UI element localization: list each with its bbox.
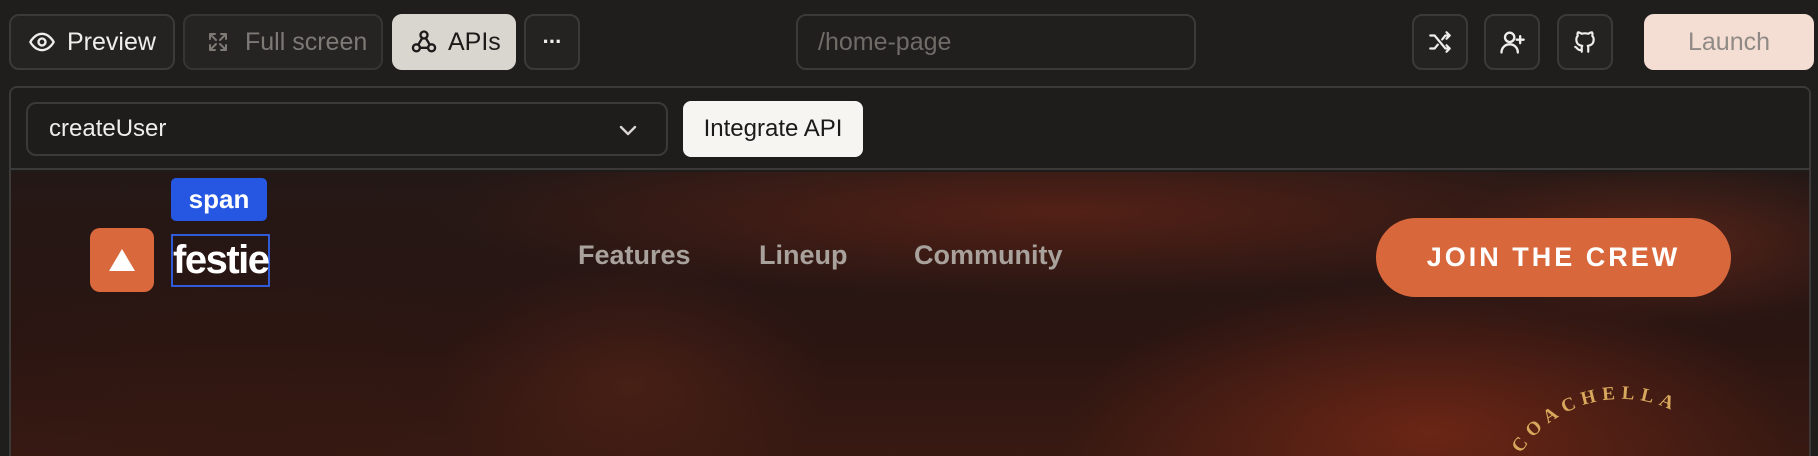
preview-button[interactable]: Preview [9,14,175,70]
api-select-value: createUser [49,115,167,142]
site-preview-canvas: span festie Features Lineup Community JO… [11,172,1809,456]
github-icon [1570,27,1600,57]
url-input[interactable]: /home-page [796,14,1196,70]
fullscreen-label: Full screen [245,27,368,56]
api-select[interactable]: createUser [26,102,668,156]
shuffle-button[interactable] [1412,14,1468,70]
chevron-down-icon [616,118,640,149]
webhook-icon [409,27,439,57]
more-button[interactable]: ··· [524,14,580,70]
preview-panel: createUser Integrate API span festie Fea… [9,86,1811,456]
url-placeholder: /home-page [818,27,952,56]
nav-features[interactable]: Features [578,240,691,271]
launch-button[interactable]: Launch [1644,14,1814,70]
brand-name[interactable]: festie [171,234,270,287]
add-user-button[interactable] [1484,14,1540,70]
preview-label: Preview [67,27,156,56]
triangle-icon [109,249,135,271]
more-icon: ··· [542,29,563,54]
fullscreen-button[interactable]: Full screen [183,14,383,70]
element-type-tag: span [171,178,267,221]
integrate-api-button[interactable]: Integrate API [683,101,863,157]
apis-label: APIs [448,27,501,56]
api-bar: createUser Integrate API [11,88,1809,170]
user-plus-icon [1497,27,1527,57]
nav-lineup[interactable]: Lineup [759,240,848,271]
github-button[interactable] [1557,14,1613,70]
nav-community[interactable]: Community [914,240,1063,271]
svg-text:COACHELLA: COACHELLA [1508,383,1683,456]
expand-icon [203,27,233,57]
logo-mark[interactable] [90,228,154,292]
join-crew-button[interactable]: JOIN THE CREW [1376,218,1731,297]
launch-label: Launch [1687,27,1771,56]
badge-arc-text: COACHELLA [1508,383,1683,456]
apis-button[interactable]: APIs [392,14,516,70]
eye-icon [27,27,57,57]
shuffle-icon [1425,27,1455,57]
top-toolbar: Preview Full screen APIs ··· /home-page [0,0,1818,84]
